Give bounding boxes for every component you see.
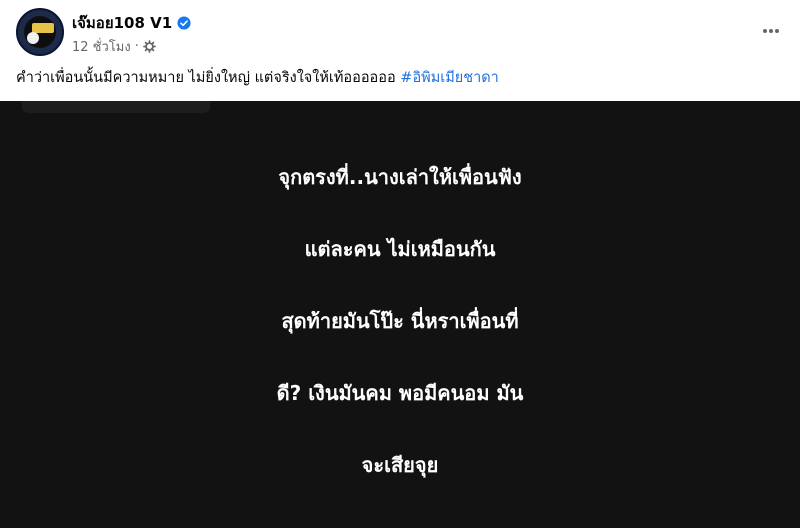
image-text-line: ดี? เงินมันคม พอมีคนอม มัน	[276, 381, 524, 405]
image-top-strip	[22, 101, 210, 113]
page-avatar[interactable]	[16, 8, 64, 56]
image-text-line: สุดท้ายมันโป๊ะ นี่หราเพื่อนที่	[281, 309, 519, 333]
caption-text: คำว่าเพื่อนนั้นมีความหมาย ไม่ยิ่งใหญ่ แต…	[16, 70, 401, 86]
verified-badge-icon	[177, 16, 191, 30]
public-gear-icon[interactable]	[142, 40, 156, 53]
post-meta: 12 ชั่วโมง ·	[72, 36, 156, 57]
more-options-button[interactable]	[758, 18, 784, 44]
caption-hashtag[interactable]: #อิพิมเมียชาดา	[400, 70, 499, 86]
post-image[interactable]: จุกตรงที่..นางเล่าให้เพื่อนฟัง แต่ละคน ไ…	[0, 101, 800, 528]
meta-separator: ·	[134, 39, 139, 54]
page-name-row: เจ๊มอย108 V1	[72, 11, 191, 35]
image-text-line: แต่ละคน ไม่เหมือนกัน	[304, 237, 496, 261]
post-caption: คำว่าเพื่อนนั้นมีความหมาย ไม่ยิ่งใหญ่ แต…	[16, 66, 786, 89]
avatar-face	[27, 32, 39, 44]
image-text-block: จุกตรงที่..นางเล่าให้เพื่อนฟัง แต่ละคน ไ…	[0, 141, 800, 501]
post-header: เจ๊มอย108 V1 12 ชั่วโมง ·	[0, 0, 800, 62]
more-horizontal-icon	[763, 29, 779, 33]
facebook-post: เจ๊มอย108 V1 12 ชั่วโมง · คำว่าเพื่อนนั้…	[0, 0, 800, 528]
page-name[interactable]: เจ๊มอย108 V1	[72, 11, 172, 35]
image-text-line: จุกตรงที่..นางเล่าให้เพื่อนฟัง	[278, 165, 522, 189]
post-timestamp[interactable]: 12 ชั่วโมง	[72, 36, 131, 57]
image-text-line: จะเสียจุย	[361, 453, 439, 477]
